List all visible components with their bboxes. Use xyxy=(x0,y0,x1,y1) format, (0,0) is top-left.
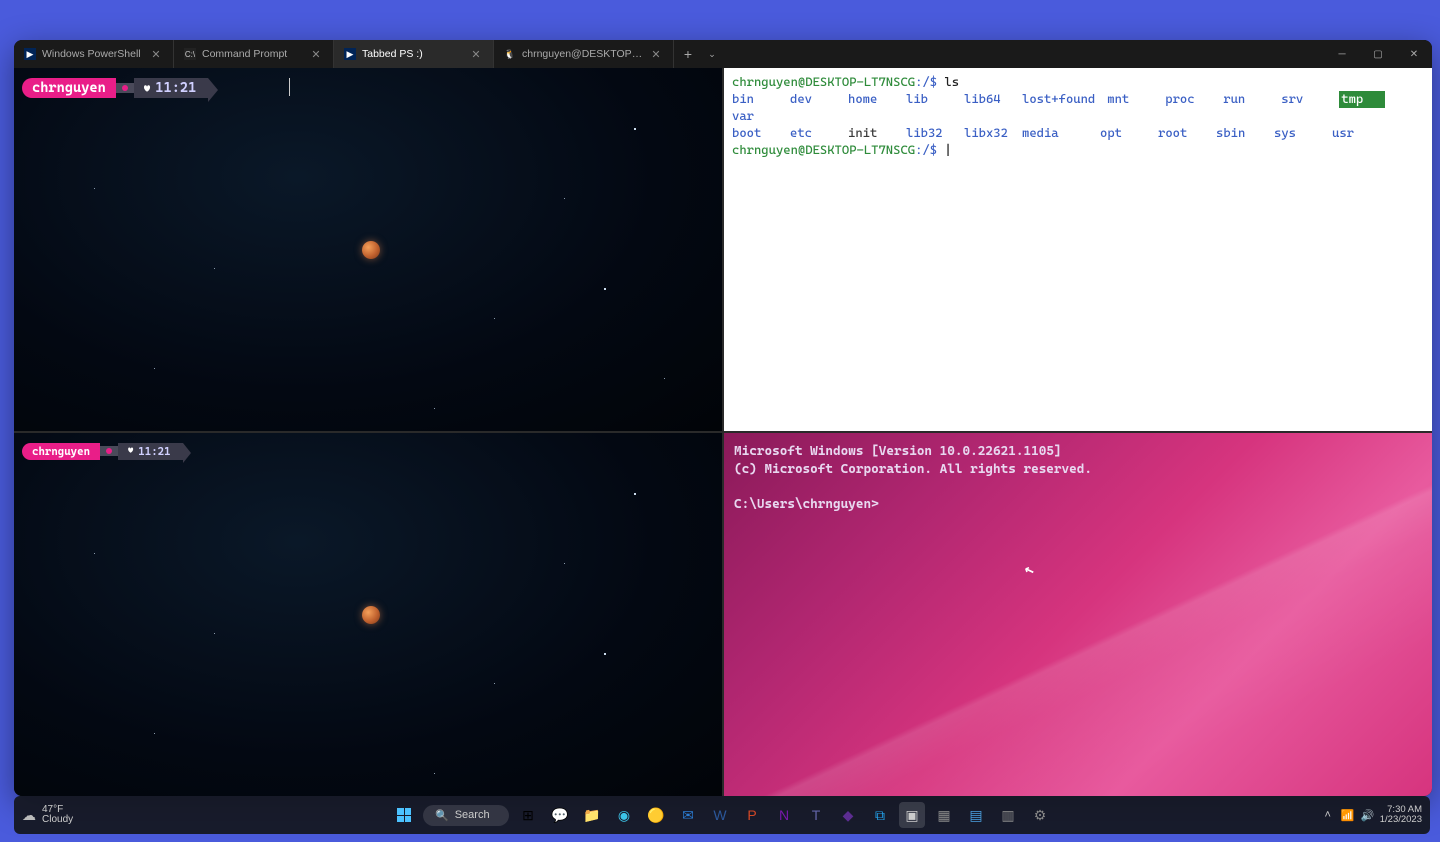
powershell-icon: ▶ xyxy=(344,48,356,60)
desktop: ▶ Windows PowerShell ✕ C:\ Command Promp… xyxy=(0,0,1440,842)
close-icon[interactable]: ✕ xyxy=(649,47,663,61)
taskbar-app-chrome[interactable]: 🟡 xyxy=(643,802,669,828)
wsl-prompt-user: chrnguyen@DESKTOP-LT7NSCG xyxy=(732,74,915,89)
taskbar-app-powerpoint[interactable]: P xyxy=(739,802,765,828)
search-label: Search xyxy=(455,809,490,821)
cmd-prompt: C:\Users\chrnguyen> xyxy=(734,496,1422,514)
taskbar-weather[interactable]: ☁ 47°F Cloudy xyxy=(22,805,73,825)
taskbar-search[interactable]: 🔍 Search xyxy=(423,805,509,826)
powershell-icon: ▶ xyxy=(24,48,36,60)
taskbar-app-chat[interactable]: 💬 xyxy=(547,802,573,828)
pane-powershell-bottom-left[interactable]: chrnguyen ♥ 11:21 xyxy=(14,433,722,796)
cmd-copyright-line: (c) Microsoft Corporation. All rights re… xyxy=(734,461,1422,479)
tab-dropdown-button[interactable]: ⌄ xyxy=(702,40,722,68)
tab-label: Tabbed PS :) xyxy=(362,48,463,60)
tab-bar: ▶ Windows PowerShell ✕ C:\ Command Promp… xyxy=(14,40,1432,68)
taskbar-center: 🔍 Search ⊞ 💬 📁 ◉ 🟡 ✉ W P N T ◆ ⧉ ▣ ▦ ▤ ▥… xyxy=(391,802,1053,828)
prompt-status-bar: chrnguyen ♥ 11:21 xyxy=(22,441,183,461)
mouse-cursor-icon: ↖ xyxy=(1021,557,1037,581)
windows-icon xyxy=(397,808,411,822)
close-window-button[interactable]: ✕ xyxy=(1396,40,1432,68)
search-icon: 🔍 xyxy=(435,809,449,822)
taskbar-clock[interactable]: 7:30 AM 1/23/2023 xyxy=(1380,805,1422,826)
ls-output-row1: bin dev home lib lib64 lost+found mnt pr… xyxy=(732,91,1424,125)
tab-command-prompt[interactable]: C:\ Command Prompt ✕ xyxy=(174,40,334,68)
taskbar-right: ˄ 📶 🔊 7:30 AM 1/23/2023 xyxy=(1320,805,1422,826)
pane-wsl-top-right[interactable]: chrnguyen@DESKTOP-LT7NSCG:/$ ls bin dev … xyxy=(724,68,1432,431)
pane-grid: chrnguyen ♥ 11:21 xyxy=(14,68,1432,796)
taskbar-app-edge[interactable]: ◉ xyxy=(611,802,637,828)
tray-chevron-icon[interactable]: ˄ xyxy=(1320,809,1336,821)
prompt-user: chrnguyen xyxy=(22,443,100,460)
planet-decoration xyxy=(362,606,380,624)
ls-output-row2: boot etc init lib32 libx32 media opt roo… xyxy=(732,125,1424,142)
prompt-time-segment: ♥ 11:21 xyxy=(118,443,183,460)
clock-date: 1/23/2023 xyxy=(1380,815,1422,825)
weather-condition: Cloudy xyxy=(42,815,73,825)
wsl-prompt-user: chrnguyen@DESKTOP-LT7NSCG xyxy=(732,142,915,157)
tab-label: Command Prompt xyxy=(202,48,303,60)
taskbar-app-notepad[interactable]: ▤ xyxy=(963,802,989,828)
taskbar-app-onenote[interactable]: N xyxy=(771,802,797,828)
taskbar-app-vs[interactable]: ◆ xyxy=(835,802,861,828)
wsl-command: ls xyxy=(944,74,959,89)
close-icon[interactable]: ✕ xyxy=(309,47,323,61)
linux-icon: 🐧 xyxy=(504,48,516,60)
taskbar-app-settings[interactable]: ⚙ xyxy=(1027,802,1053,828)
prompt-user: chrnguyen xyxy=(22,78,116,98)
prompt-mid-segment xyxy=(116,83,134,93)
tab-label: chrnguyen@DESKTOP-LT7NSC xyxy=(522,48,643,60)
taskbar-app-devhome[interactable]: ▦ xyxy=(931,802,957,828)
tray-volume-icon[interactable]: 🔊 xyxy=(1360,809,1376,822)
close-icon[interactable]: ✕ xyxy=(149,47,163,61)
close-icon[interactable]: ✕ xyxy=(469,47,483,61)
taskbar-app-teams[interactable]: T xyxy=(803,802,829,828)
prompt-status-bar: chrnguyen ♥ 11:21 xyxy=(22,76,208,100)
start-button[interactable] xyxy=(391,802,417,828)
minimize-button[interactable]: ─ xyxy=(1324,40,1360,68)
tab-label: Windows PowerShell xyxy=(42,48,143,60)
planet-decoration xyxy=(362,241,380,259)
heart-icon: ♥ xyxy=(128,446,133,456)
tab-wsl[interactable]: 🐧 chrnguyen@DESKTOP-LT7NSC ✕ xyxy=(494,40,674,68)
wsl-prompt-path: :/$ xyxy=(915,74,937,89)
new-tab-button[interactable]: + xyxy=(674,40,702,68)
wsl-cursor: | xyxy=(944,142,951,157)
text-cursor xyxy=(289,78,290,96)
taskbar-app-outlook[interactable]: ✉ xyxy=(675,802,701,828)
cmd-version-line: Microsoft Windows [Version 10.0.22621.11… xyxy=(734,443,1422,461)
maximize-button[interactable]: ▢ xyxy=(1360,40,1396,68)
pane-powershell-top-left[interactable]: chrnguyen ♥ 11:21 xyxy=(14,68,722,431)
prompt-time: 11:21 xyxy=(155,80,196,96)
cmd-icon: C:\ xyxy=(184,48,196,60)
weather-icon: ☁ xyxy=(22,807,36,824)
taskbar-app-word[interactable]: W xyxy=(707,802,733,828)
heart-icon: ♥ xyxy=(144,82,150,95)
tab-powershell[interactable]: ▶ Windows PowerShell ✕ xyxy=(14,40,174,68)
task-view-button[interactable]: ⊞ xyxy=(515,802,541,828)
taskbar: ☁ 47°F Cloudy 🔍 Search ⊞ 💬 📁 ◉ 🟡 ✉ W P N… xyxy=(14,796,1430,834)
tray-wifi-icon[interactable]: 📶 xyxy=(1340,809,1356,822)
taskbar-app-vscode[interactable]: ⧉ xyxy=(867,802,893,828)
prompt-time: 11:21 xyxy=(138,445,170,458)
tab-tabbed-ps[interactable]: ▶ Tabbed PS :) ✕ xyxy=(334,40,494,68)
pane-cmd-bottom-right[interactable]: Microsoft Windows [Version 10.0.22621.11… xyxy=(724,433,1432,796)
wsl-prompt-path: :/$ xyxy=(915,142,937,157)
prompt-mid-segment xyxy=(100,446,118,456)
prompt-time-segment: ♥ 11:21 xyxy=(134,78,208,98)
taskbar-app-calculator[interactable]: ▥ xyxy=(995,802,1021,828)
windows-terminal-window: ▶ Windows PowerShell ✕ C:\ Command Promp… xyxy=(14,40,1432,796)
taskbar-app-terminal[interactable]: ▣ xyxy=(899,802,925,828)
taskbar-app-explorer[interactable]: 📁 xyxy=(579,802,605,828)
